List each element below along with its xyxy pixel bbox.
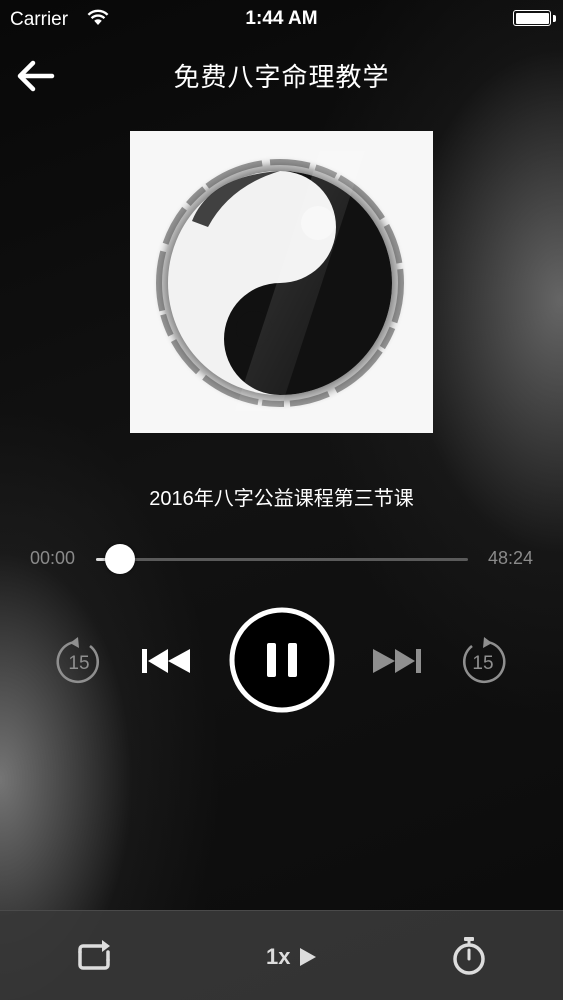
- pause-button[interactable]: [229, 607, 335, 713]
- rewind-15-button[interactable]: 15: [54, 636, 104, 686]
- repeat-button[interactable]: [72, 938, 116, 976]
- progress-thumb[interactable]: [104, 544, 135, 574]
- playback-speed-button[interactable]: 1x: [262, 940, 324, 974]
- back-button[interactable]: [14, 56, 58, 96]
- repeat-icon: [78, 940, 110, 970]
- page-title: 免费八字命理教学: [173, 62, 390, 92]
- battery-full-icon: [513, 10, 551, 26]
- play-triangle-icon: [300, 948, 316, 966]
- album-artwork: [130, 131, 433, 433]
- previous-track-icon: [142, 649, 190, 673]
- status-time: 1:44 AM: [245, 8, 318, 29]
- next-track-button[interactable]: [369, 645, 423, 677]
- pause-icon: [229, 607, 335, 713]
- battery-tip: [553, 15, 556, 22]
- rewind-15-label: 15: [68, 653, 89, 674]
- track-title: 2016年八字公益课程第三节课: [149, 488, 414, 510]
- rewind-15-icon: 15: [56, 637, 100, 684]
- progress-track[interactable]: [96, 558, 468, 561]
- status-bar: Carrier 1:44 AM: [0, 0, 563, 38]
- next-track-icon: [373, 649, 421, 673]
- elapsed-time: 00:00: [30, 548, 76, 568]
- sleep-timer-button[interactable]: [449, 936, 489, 976]
- arrow-left-icon: [17, 60, 55, 92]
- forward-15-icon: 15: [462, 637, 506, 684]
- total-time: 48:24: [487, 548, 533, 568]
- forward-15-button[interactable]: 15: [458, 636, 508, 686]
- speed-label: 1x: [266, 944, 291, 969]
- forward-15-label: 15: [472, 653, 493, 674]
- previous-track-button[interactable]: [140, 645, 194, 677]
- stopwatch-icon: [453, 937, 485, 975]
